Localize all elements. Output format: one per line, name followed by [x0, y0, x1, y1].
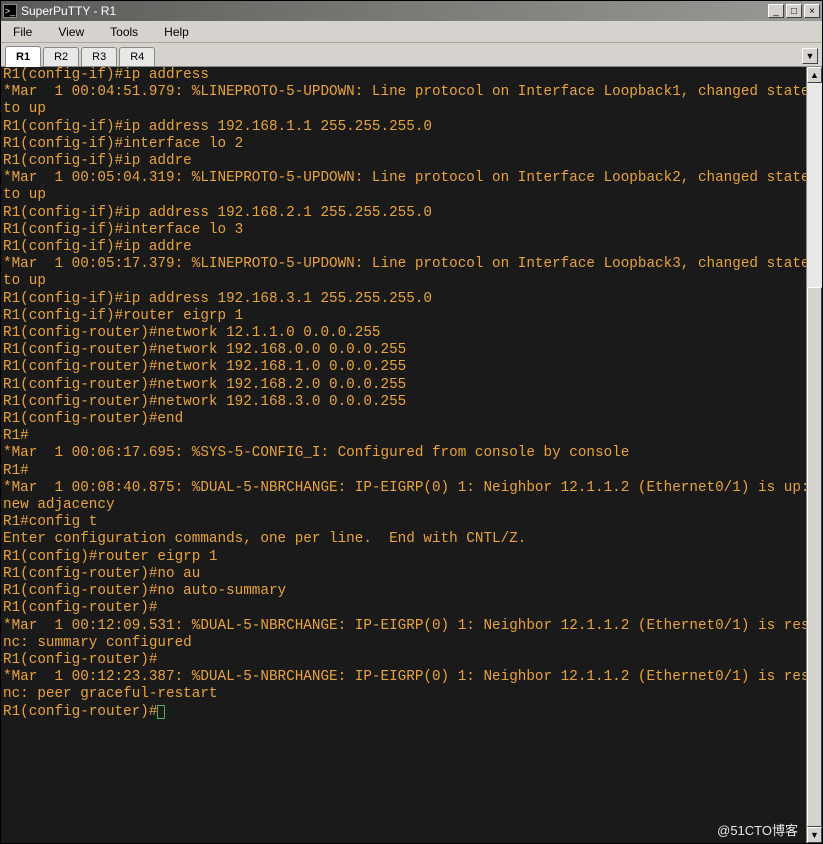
window-controls: _ □ × [768, 4, 820, 18]
tab-r3[interactable]: R3 [81, 47, 117, 66]
app-window: >_ SuperPuTTY - R1 _ □ × File View Tools… [0, 0, 823, 844]
terminal-pane: R1(config-if)#ip address *Mar 1 00:04:51… [1, 67, 822, 843]
tab-r4[interactable]: R4 [119, 47, 155, 66]
menu-tools[interactable]: Tools [104, 23, 144, 41]
menu-view[interactable]: View [52, 23, 90, 41]
tab-r1[interactable]: R1 [5, 46, 41, 67]
tabs-dropdown-button[interactable]: ▼ [802, 48, 818, 64]
scroll-thumb[interactable] [807, 287, 822, 827]
maximize-button[interactable]: □ [786, 4, 802, 18]
terminal-output[interactable]: R1(config-if)#ip address *Mar 1 00:04:51… [1, 67, 822, 843]
tab-r2[interactable]: R2 [43, 47, 79, 66]
tab-strip: R1 R2 R3 R4 ▼ [1, 43, 822, 67]
menu-file[interactable]: File [7, 23, 38, 41]
terminal-cursor [157, 705, 165, 719]
window-title: SuperPuTTY - R1 [21, 4, 768, 18]
menu-help[interactable]: Help [158, 23, 195, 41]
scroll-up-button[interactable]: ▲ [807, 67, 822, 83]
app-icon: >_ [3, 4, 17, 18]
title-bar[interactable]: >_ SuperPuTTY - R1 _ □ × [1, 1, 822, 21]
scroll-down-button[interactable]: ▼ [807, 827, 822, 843]
close-button[interactable]: × [804, 4, 820, 18]
menu-bar: File View Tools Help [1, 21, 822, 43]
minimize-button[interactable]: _ [768, 4, 784, 18]
scroll-track[interactable] [807, 83, 822, 827]
vertical-scrollbar[interactable]: ▲ ▼ [806, 67, 822, 843]
